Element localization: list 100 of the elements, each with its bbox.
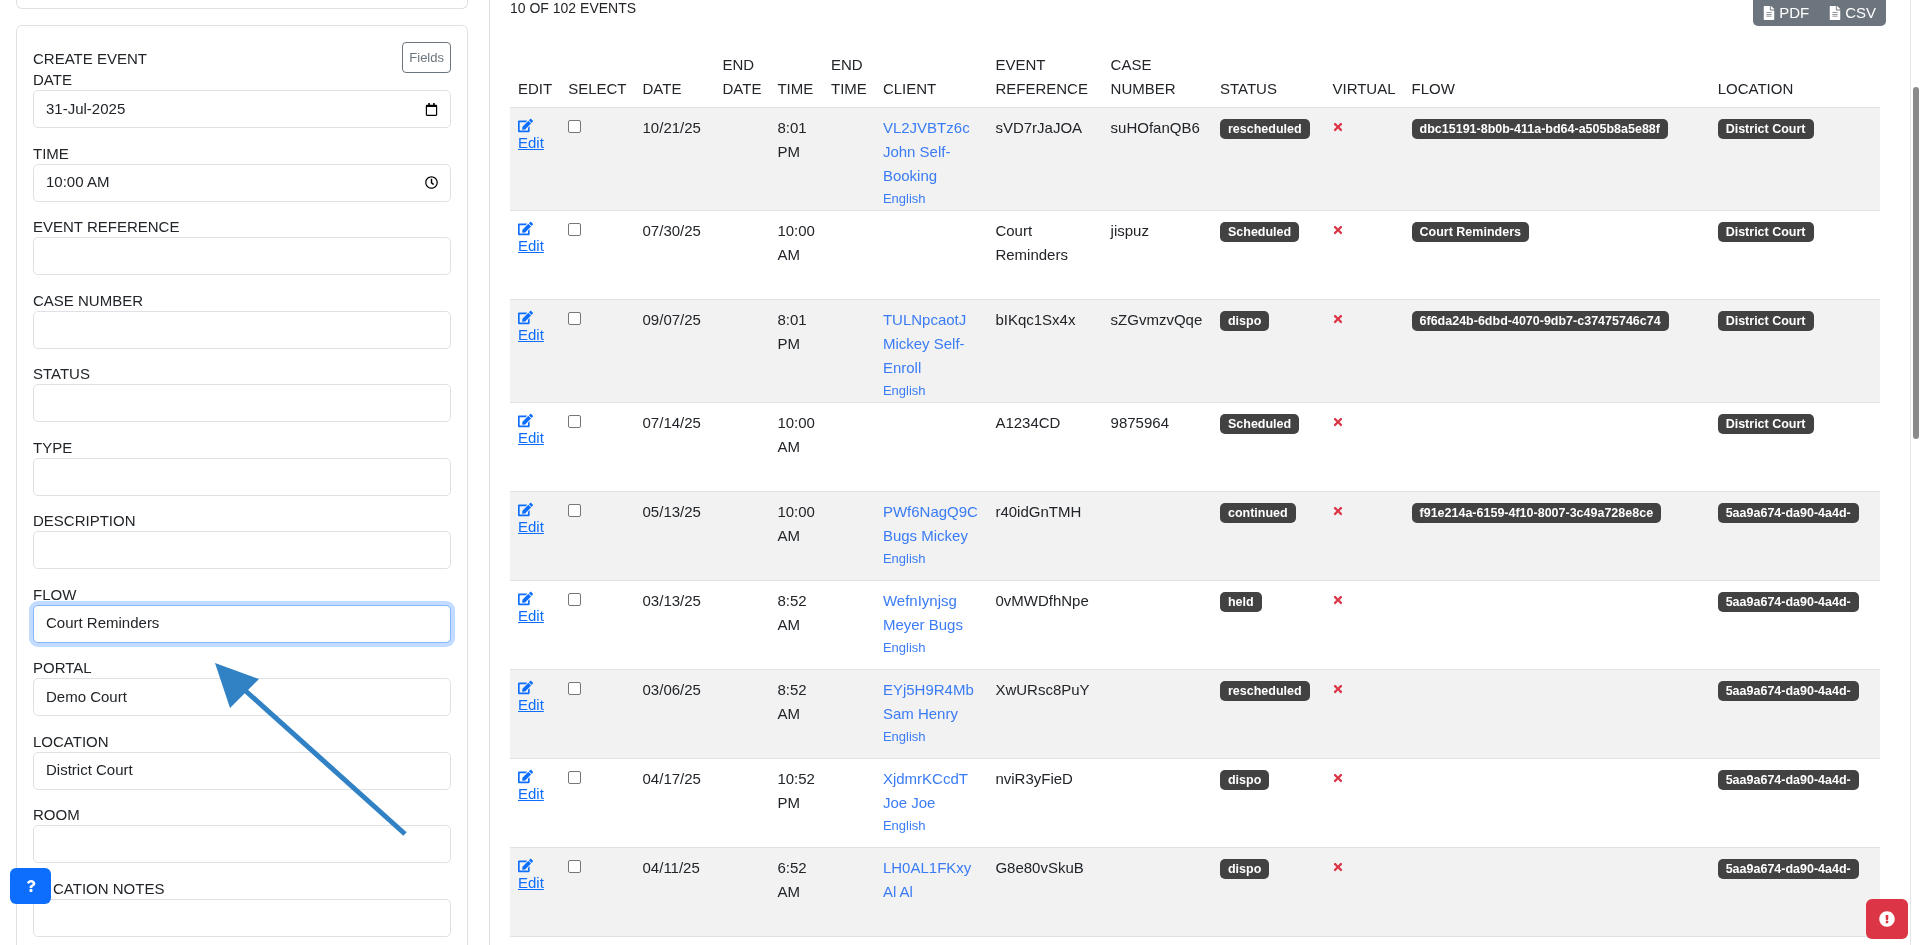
date-text: 04/17/25 — [642, 770, 701, 787]
select-checkbox[interactable] — [568, 771, 582, 784]
date-text: 07/14/25 — [642, 414, 701, 431]
select-checkbox[interactable] — [568, 415, 582, 428]
tag: 5aa9a674-da90-4a4d- — [1717, 681, 1859, 701]
scrollbar-thumb[interactable] — [1912, 87, 1919, 439]
column-header: END TIME — [830, 55, 867, 99]
tag: f91e214a-6159-4f10-8007-3c49a728e8ce — [1411, 503, 1662, 523]
input-field[interactable]: 10:00 AM — [33, 163, 451, 202]
client-link[interactable]: VL2JVBTz6c John Self- Booking — [882, 116, 980, 188]
input-field[interactable]: Demo Court — [33, 678, 451, 716]
tag: dispo — [1219, 859, 1270, 879]
input-field[interactable] — [33, 457, 451, 496]
tag: dispo — [1219, 770, 1270, 790]
file-icon — [1829, 6, 1842, 20]
date-text: 03/13/25 — [642, 592, 701, 609]
client-link[interactable]: XjdmrKCcdT Joe Joe — [882, 767, 980, 815]
edit-icon[interactable] — [518, 680, 533, 695]
edit-icon[interactable] — [518, 221, 533, 236]
client-link[interactable]: PWf6NagQ9C Bugs Mickey — [882, 500, 980, 548]
event-reference-text: nviR3yFieD — [995, 769, 1074, 789]
case-number-text: jispuz — [1110, 222, 1149, 239]
edit-link[interactable]: Edit — [518, 695, 544, 715]
time-text: 10:00 AM — [777, 413, 815, 457]
time-text: 6:52 AM — [777, 858, 808, 902]
field-label: EVENT REFERENCE — [33, 217, 180, 237]
client-link[interactable]: WefnIynjsg Meyer Bugs — [882, 589, 980, 637]
event-reference-text: bIKqc1Sx4x — [995, 310, 1077, 330]
field-label: CATION NOTES — [53, 878, 165, 899]
date-text: 09/07/25 — [642, 311, 701, 328]
edit-link[interactable]: Edit — [518, 236, 544, 256]
select-checkbox[interactable] — [568, 593, 582, 606]
tag: continued — [1219, 503, 1296, 523]
export-button[interactable]: CSV — [1829, 1, 1876, 25]
select-checkbox[interactable] — [568, 860, 582, 873]
time-text: 8:52 AM — [777, 591, 808, 635]
edit-link[interactable]: Edit — [518, 133, 544, 153]
select-checkbox[interactable] — [568, 223, 582, 236]
edit-icon[interactable] — [518, 310, 533, 325]
time-text: 10:52 PM — [777, 769, 815, 813]
column-header: CLIENT — [882, 79, 938, 99]
tag: dbc15191-8b0b-411a-bd64-a505b8a5e88f — [1411, 119, 1668, 139]
field-label: DATE — [33, 70, 72, 90]
edit-link[interactable]: Edit — [518, 873, 544, 893]
column-header: FLOW — [1411, 79, 1456, 99]
event-reference-text: sVD7rJaJOA — [995, 118, 1084, 138]
calendar-icon[interactable] — [425, 102, 438, 116]
column-header: LOCATION — [1717, 79, 1795, 99]
edit-icon[interactable] — [518, 858, 533, 873]
input-field[interactable]: 31-Jul-2025 — [33, 90, 451, 128]
edit-link[interactable]: Edit — [518, 784, 544, 804]
edit-link[interactable]: Edit — [518, 517, 544, 537]
export-button[interactable]: PDF — [1763, 1, 1810, 25]
edit-link[interactable]: Edit — [518, 428, 544, 448]
file-icon — [1763, 6, 1776, 20]
column-header: EDIT — [518, 79, 553, 99]
fields-button[interactable]: Fields — [402, 42, 451, 73]
clock-icon[interactable] — [425, 176, 438, 189]
help-button[interactable] — [10, 868, 51, 904]
tag: held — [1219, 592, 1262, 612]
edit-icon[interactable] — [518, 502, 533, 517]
field-label: DESCRIPTION — [33, 511, 136, 531]
select-checkbox[interactable] — [568, 312, 582, 325]
edit-icon[interactable] — [518, 591, 533, 606]
column-header: VIRTUAL — [1332, 79, 1396, 99]
input-field[interactable]: District Court — [33, 751, 451, 790]
tag: 5aa9a674-da90-4a4d- — [1717, 503, 1859, 523]
tag: District Court — [1717, 414, 1814, 434]
field-label: ROOM — [33, 805, 80, 825]
input-field[interactable] — [33, 237, 451, 275]
input-field[interactable] — [33, 825, 451, 863]
client-link[interactable]: LH0AL1FKxy Al Al — [882, 856, 980, 904]
tag: District Court — [1717, 119, 1814, 139]
select-checkbox[interactable] — [568, 682, 582, 695]
input-field[interactable]: Court Reminders — [33, 604, 451, 643]
tag: Court Reminders — [1411, 222, 1529, 242]
column-header: DATE — [642, 79, 683, 99]
select-checkbox[interactable] — [568, 504, 582, 517]
select-checkbox[interactable] — [568, 120, 582, 133]
edit-link[interactable]: Edit — [518, 606, 544, 626]
field-label: PORTAL — [33, 658, 92, 678]
input-field[interactable] — [33, 310, 451, 349]
column-header: CASE NUMBER — [1110, 55, 1177, 99]
edit-icon[interactable] — [518, 413, 533, 428]
question-icon — [24, 880, 37, 892]
tag: Scheduled — [1219, 222, 1300, 242]
edit-icon[interactable] — [518, 118, 533, 133]
client-link[interactable]: EYj5H9R4Mb Sam Henry — [882, 678, 980, 726]
tag: rescheduled — [1219, 681, 1310, 701]
client-link[interactable]: TULNpcaotJ Mickey Self- Enroll — [882, 308, 980, 380]
alert-button[interactable] — [1866, 899, 1908, 939]
column-header: SELECT — [568, 79, 627, 99]
tag: Scheduled — [1219, 414, 1300, 434]
language-text: English — [882, 190, 927, 208]
edit-icon[interactable] — [518, 769, 533, 784]
edit-link[interactable]: Edit — [518, 325, 544, 345]
field-label: TYPE — [33, 437, 73, 458]
input-field[interactable] — [33, 898, 451, 937]
input-field[interactable] — [33, 531, 451, 569]
input-field[interactable] — [33, 384, 451, 422]
